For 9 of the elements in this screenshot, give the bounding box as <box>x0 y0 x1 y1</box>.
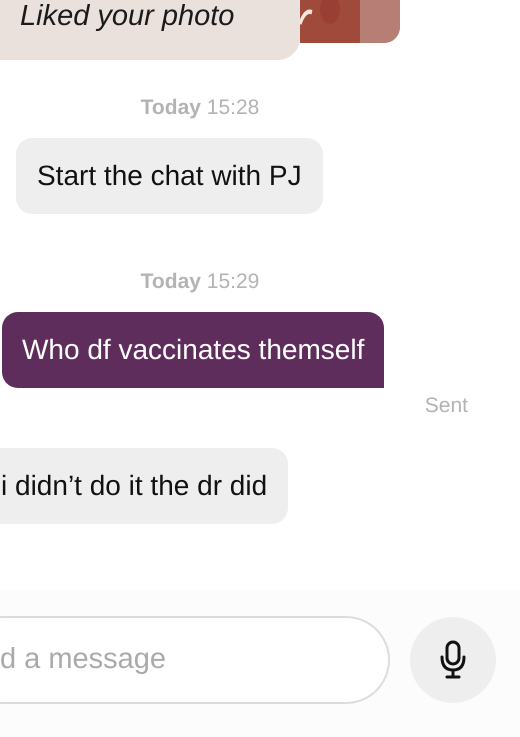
timestamp: Today 15:28 <box>140 96 260 119</box>
timestamp: Today 15:29 <box>140 270 260 293</box>
sent-message: Who df vaccinates themself <box>2 312 384 388</box>
message-field[interactable]: d a message <box>0 616 390 704</box>
received-message: i didn’t do it the dr did <box>0 448 288 524</box>
reaction-message: Liked your photo <box>0 0 300 60</box>
microphone-icon <box>439 640 467 680</box>
delivery-status: Sent <box>424 394 468 417</box>
received-message: Start the chat with PJ <box>16 138 323 214</box>
